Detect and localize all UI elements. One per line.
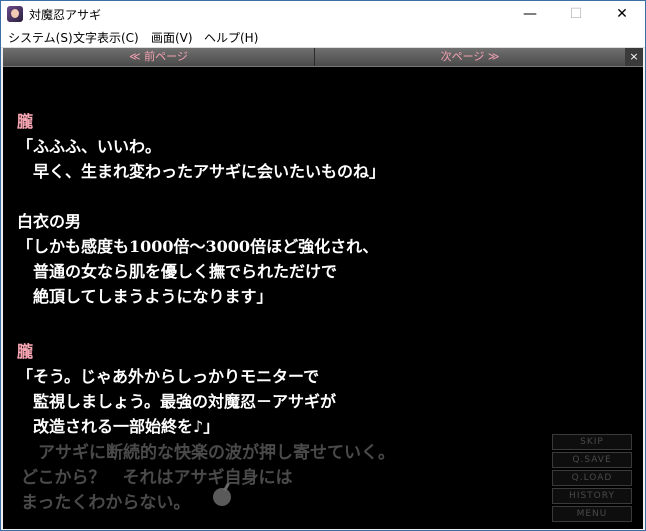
- close-window-button[interactable]: ✕: [599, 1, 645, 27]
- menu-bar: システム(S) 文字表示(C) 画面(V) ヘルプ(H): [1, 27, 645, 48]
- menu-text-display[interactable]: 文字表示(C): [73, 29, 139, 46]
- menu-screen[interactable]: 画面(V): [151, 29, 193, 46]
- menu-system[interactable]: システム(S): [8, 29, 73, 46]
- dialogue-line: 絶頂してしまうようになります」: [17, 287, 273, 306]
- skip-button[interactable]: SKIP: [552, 434, 632, 450]
- prev-page-button[interactable]: ≪ 前ページ: [3, 48, 315, 66]
- current-message-line: どこから？ それはアサギ自身には: [21, 468, 293, 488]
- dialogue-line: 監視しましょう。最強の対魔忍－アサギが: [17, 392, 337, 411]
- speaker-name: 白衣の男: [17, 212, 82, 231]
- dialogue-line: 「しかも感度も1000倍～3000倍ほど強化され、: [17, 237, 379, 256]
- dialogue-line: 「そう。じゃあ外からしっかりモニターで: [17, 367, 320, 386]
- maximize-button[interactable]: ☐: [553, 1, 599, 27]
- quick-save-button[interactable]: Q.SAVE: [552, 452, 632, 468]
- speaker-name: 朧: [17, 112, 34, 131]
- quick-load-button[interactable]: Q.LOAD: [552, 470, 632, 486]
- dialogue-line: 改造される一部始終を♪」: [17, 417, 220, 436]
- current-message-line: アサギに断続的な快楽の波が押し寄せていく。: [21, 443, 395, 463]
- speaker-name: 朧: [17, 342, 34, 361]
- dialogue-line: 「ふふふ、いいわ。: [17, 137, 162, 156]
- dialogue-line: 早く、生まれ変わったアサギに会いたいものね」: [17, 162, 386, 181]
- menu-help[interactable]: ヘルプ(H): [204, 29, 258, 46]
- minimize-button[interactable]: —: [507, 1, 553, 27]
- history-button[interactable]: HISTORY: [552, 488, 632, 504]
- window-title: 対魔忍アサギ: [29, 8, 102, 22]
- app-window: 対魔忍アサギ — ☐ ✕ システム(S) 文字表示(C) 画面(V) ヘルプ(H…: [0, 0, 646, 531]
- app-icon: [7, 6, 23, 22]
- next-page-button[interactable]: 次ページ ≫: [315, 48, 626, 66]
- menu-button[interactable]: MENU: [552, 506, 632, 522]
- title-bar: 対魔忍アサギ — ☐ ✕: [1, 1, 645, 27]
- game-screen[interactable]: ≪ 前ページ 次ページ ≫ × 朧 「ふふふ、いいわ。 早く、生まれ変わったアサ…: [3, 48, 643, 529]
- backlog-nav-bar: ≪ 前ページ 次ページ ≫ ×: [3, 48, 643, 67]
- close-backlog-button[interactable]: ×: [625, 48, 643, 66]
- system-menu: SKIP Q.SAVE Q.LOAD HISTORY MENU: [552, 434, 632, 524]
- current-message-line: まったくわからない。: [21, 493, 191, 513]
- dialogue-line: 普通の女なら肌を優しく撫でられただけで: [17, 262, 338, 281]
- page-wait-icon: [213, 488, 231, 506]
